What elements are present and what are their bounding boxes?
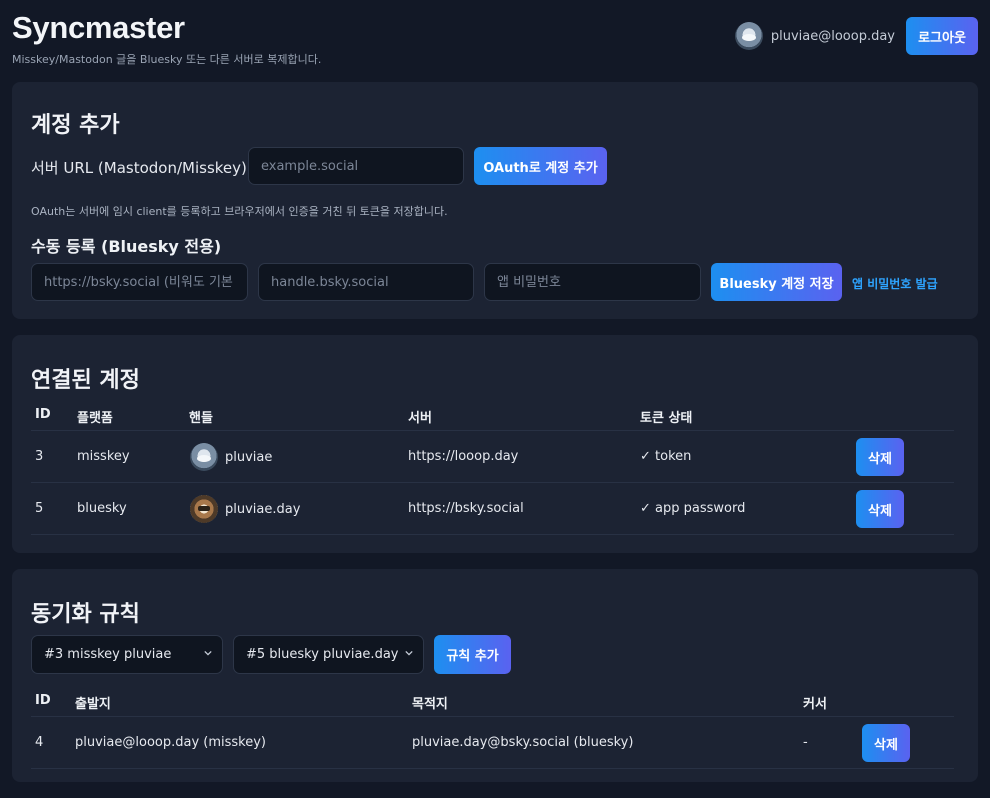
source-account-select[interactable]: #3 misskey pluviae bbox=[31, 635, 223, 674]
rules-title: 동기화 규칙 bbox=[31, 602, 140, 627]
account-id: 3 bbox=[35, 449, 44, 464]
account-token-status: ✓ token bbox=[640, 449, 692, 464]
col-id: ID bbox=[35, 693, 51, 708]
chevron-down-icon bbox=[405, 650, 413, 656]
accounts-card: 연결된 계정 ID 플랫폼 핸들 서버 토큰 상태 3 misskey pluv… bbox=[12, 335, 978, 553]
account-token-status: ✓ app password bbox=[640, 501, 746, 516]
avatar-icon bbox=[190, 495, 218, 523]
accounts-table-header: ID 플랫폼 핸들 서버 토큰 상태 bbox=[31, 397, 954, 431]
accounts-table: ID 플랫폼 핸들 서버 토큰 상태 3 misskey pluviae htt… bbox=[31, 397, 954, 537]
app-title: Syncmaster bbox=[12, 10, 185, 45]
col-source: 출발지 bbox=[75, 697, 111, 712]
server-url-label: 서버 URL (Mastodon/Misskey) bbox=[31, 159, 247, 177]
rules-table-header: ID 출발지 목적지 커서 bbox=[31, 683, 954, 717]
col-token-status: 토큰 상태 bbox=[640, 411, 693, 426]
target-account-select[interactable]: #5 bluesky pluviae.day bbox=[233, 635, 424, 674]
server-url-input[interactable] bbox=[248, 147, 464, 185]
account-handle: pluviae bbox=[190, 443, 272, 471]
delete-account-button[interactable]: 삭제 bbox=[856, 490, 904, 528]
col-id: ID bbox=[35, 407, 51, 422]
table-row: 3 misskey pluviae https://looop.day ✓ to… bbox=[31, 431, 954, 483]
oauth-hint: OAuth는 서버에 임시 client를 등록하고 브라우저에서 인증을 거친… bbox=[31, 205, 448, 218]
delete-rule-button[interactable]: 삭제 bbox=[862, 724, 910, 762]
delete-account-button[interactable]: 삭제 bbox=[856, 438, 904, 476]
logout-button[interactable]: 로그아웃 bbox=[906, 17, 978, 55]
user-email: pluviae@looop.day bbox=[770, 28, 895, 44]
account-handle-text: pluviae bbox=[225, 449, 273, 465]
save-bluesky-button[interactable]: Bluesky 계정 저장 bbox=[711, 263, 842, 301]
rules-card: 동기화 규칙 #3 misskey pluviae #5 bluesky plu… bbox=[12, 569, 978, 782]
handle-input[interactable] bbox=[258, 263, 474, 301]
user-box: pluviae@looop.day 로그아웃 bbox=[734, 17, 978, 55]
user-avatar-icon bbox=[734, 22, 763, 50]
col-server: 서버 bbox=[408, 411, 432, 426]
issue-app-password-link[interactable]: 앱 비밀번호 발급 bbox=[852, 275, 938, 292]
account-handle: pluviae.day bbox=[190, 495, 300, 523]
col-cursor: 커서 bbox=[803, 697, 827, 712]
account-server: https://looop.day bbox=[408, 449, 519, 464]
rule-target: pluviae.day@bsky.social (bluesky) bbox=[412, 735, 634, 750]
add-account-card: 계정 추가 서버 URL (Mastodon/Misskey) OAuth로 계… bbox=[12, 82, 978, 319]
add-account-title: 계정 추가 bbox=[31, 113, 120, 138]
account-platform: bluesky bbox=[77, 501, 127, 516]
add-rule-button[interactable]: 규칙 추가 bbox=[434, 635, 511, 674]
table-row: 4 pluviae@looop.day (misskey) pluviae.da… bbox=[31, 717, 954, 769]
source-select-value: #3 misskey pluviae bbox=[44, 647, 172, 662]
account-handle-text: pluviae.day bbox=[225, 501, 301, 517]
col-platform: 플랫폼 bbox=[77, 411, 113, 426]
account-id: 5 bbox=[35, 501, 44, 516]
rules-table: ID 출발지 목적지 커서 4 pluviae@looop.day (missk… bbox=[31, 683, 954, 769]
pds-url-input[interactable] bbox=[31, 263, 248, 301]
chevron-down-icon bbox=[204, 650, 212, 656]
oauth-add-button[interactable]: OAuth로 계정 추가 bbox=[474, 147, 607, 185]
app-password-input[interactable] bbox=[484, 263, 701, 301]
app-subtitle: Misskey/Mastodon 글을 Bluesky 또는 다른 서버로 복제… bbox=[12, 53, 322, 66]
col-handle: 핸들 bbox=[189, 411, 213, 426]
table-row: 5 bluesky pluviae.day https://bsky.socia… bbox=[31, 483, 954, 535]
rule-id: 4 bbox=[35, 735, 44, 750]
rule-source: pluviae@looop.day (misskey) bbox=[75, 735, 266, 750]
target-select-value: #5 bluesky pluviae.day bbox=[246, 647, 399, 662]
manual-register-title: 수동 등록 (Bluesky 전용) bbox=[31, 237, 222, 256]
account-server: https://bsky.social bbox=[408, 501, 524, 516]
col-target: 목적지 bbox=[412, 697, 448, 712]
account-platform: misskey bbox=[77, 449, 130, 464]
rule-cursor: - bbox=[803, 735, 808, 750]
avatar-icon bbox=[190, 443, 218, 471]
page-header: Syncmaster Misskey/Mastodon 글을 Bluesky 또… bbox=[12, 10, 978, 70]
accounts-title: 연결된 계정 bbox=[31, 368, 140, 393]
